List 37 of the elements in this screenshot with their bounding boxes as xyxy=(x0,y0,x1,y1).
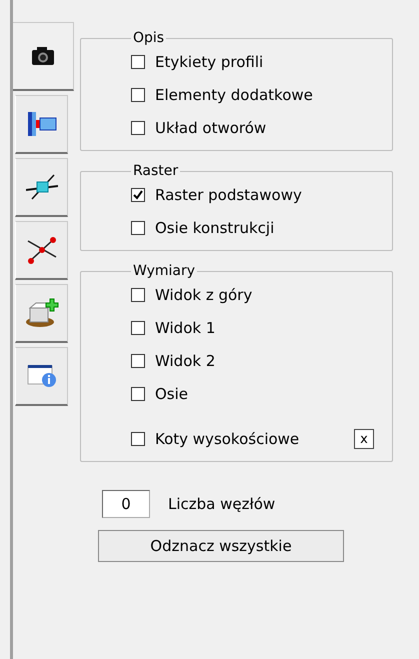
checkbox-label: Widok z góry xyxy=(155,286,252,304)
checkbox-label: Widok 2 xyxy=(155,352,216,370)
checkbox[interactable] xyxy=(131,221,145,235)
checkbox-label: Koty wysokościowe xyxy=(155,430,300,448)
group-title: Wymiary xyxy=(132,263,196,279)
checkbox-label: Etykiety profili xyxy=(155,53,264,71)
tab[interactable] xyxy=(13,22,74,91)
checkbox[interactable] xyxy=(131,432,145,446)
beam-icon xyxy=(26,110,58,138)
checkbox-label: Osie konstrukcji xyxy=(155,219,274,237)
uncheck-all-button[interactable]: Odznacz wszystkie xyxy=(98,530,344,562)
checkbox-label: Widok 1 xyxy=(155,319,216,337)
group-title: Raster xyxy=(132,163,180,179)
clear-button[interactable]: x xyxy=(354,429,374,449)
checkbox-label: Raster podstawowy xyxy=(155,186,302,204)
checkbox-label: Elementy dodatkowe xyxy=(155,86,313,104)
checkbox-label: Układ otworów xyxy=(155,119,266,137)
checkbox[interactable] xyxy=(131,321,145,335)
tab[interactable] xyxy=(15,95,68,154)
info-window-icon xyxy=(26,363,56,389)
group-title: Opis xyxy=(132,30,166,46)
node-count-field[interactable]: 0 xyxy=(102,490,150,518)
checkbox[interactable] xyxy=(131,121,145,135)
camera-icon xyxy=(31,46,55,66)
checkbox[interactable] xyxy=(131,188,145,202)
checkbox[interactable] xyxy=(131,387,145,401)
checkbox[interactable] xyxy=(131,88,145,102)
node-count-label: Liczba węzłów xyxy=(168,495,276,513)
check-icon xyxy=(133,190,143,200)
checkbox[interactable] xyxy=(131,354,145,368)
node-graph-icon xyxy=(26,235,58,265)
box-add-icon xyxy=(24,298,58,328)
checkbox[interactable] xyxy=(131,288,145,302)
checkbox[interactable] xyxy=(131,55,145,69)
tab[interactable] xyxy=(15,347,68,406)
cube-icon xyxy=(26,173,58,201)
checkbox-label: Osie xyxy=(155,385,188,403)
